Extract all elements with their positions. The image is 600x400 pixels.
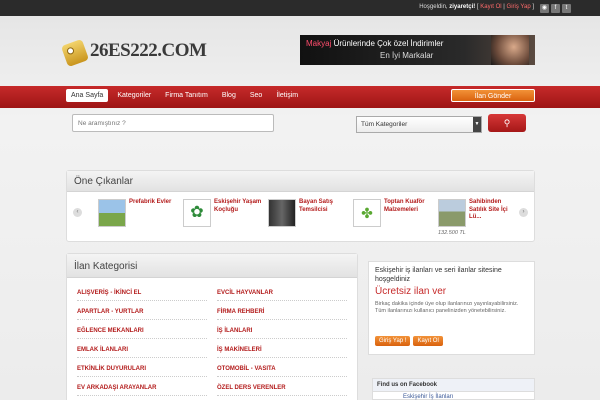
featured-title: Öne Çıkanlar [67, 171, 534, 192]
featured-item[interactable]: Bayan Satış Temsilcisi [268, 199, 346, 239]
leaf-logo-thumbnail: ✤ [353, 199, 381, 227]
free-ad-heading: Ücretsiz ilan ver [375, 286, 447, 297]
search-button[interactable]: ⚲ [488, 114, 526, 132]
nav-home[interactable]: Ana Sayfa [66, 89, 109, 102]
banner-brand: Makyaj [306, 39, 332, 48]
category-link[interactable]: ETKİNLİK DUYURULARI [77, 366, 207, 377]
social-icons: ◉ f t [540, 4, 571, 13]
category-link[interactable]: İŞ İLANLARI [217, 328, 347, 339]
price-tag-icon [60, 38, 90, 68]
category-link[interactable]: ALIŞVERİŞ - İKİNCİ EL [77, 290, 207, 301]
chevron-down-icon: ▼ [473, 117, 481, 132]
post-ad-button[interactable]: İlan Gönder [451, 89, 535, 102]
register-link[interactable]: Kayıt Ol [480, 4, 501, 10]
nav-blog[interactable]: Blog [217, 89, 241, 102]
featured-item-title: Bayan Satış Temsilcisi [299, 199, 334, 213]
featured-item-title: Prefabrik Evler [129, 199, 172, 205]
main-nav: Ana Sayfa Kategoriler Firma Tanıtım Blog… [0, 86, 600, 108]
nav-seo[interactable]: Seo [245, 89, 267, 102]
welcome-heading: Eskişehir iş ilanları ve seri ilanlar si… [375, 267, 502, 283]
site-logo[interactable]: 26ES222.COM [60, 28, 224, 68]
featured-panel: Öne Çıkanlar ‹ › Prefabrik Evler ✿ Eskiş… [66, 170, 535, 242]
clover-thumbnail: ✿ [183, 199, 211, 227]
featured-item-title: Eskişehir Yaşam Koçluğu [214, 199, 262, 213]
banner-line-2: En İyi Markalar [380, 51, 434, 60]
building-thumbnail [438, 199, 466, 227]
login-link[interactable]: Giriş Yap [507, 4, 531, 10]
featured-item[interactable]: Prefabrik Evler [98, 199, 176, 239]
username: ziyaretçi! [449, 4, 476, 10]
category-link[interactable]: APARTLAR - YURTLAR [77, 309, 207, 320]
category-panel: İlan Kategorisi ALIŞVERİŞ - İKİNCİ EL AP… [66, 253, 358, 400]
nav-contact[interactable]: İletişim [271, 89, 303, 102]
category-link[interactable]: OTOMOBİL - VASITA [217, 366, 347, 377]
search-input[interactable] [72, 114, 274, 132]
category-panel-title: İlan Kategorisi [67, 254, 357, 278]
banner-model-image [491, 35, 529, 65]
top-bar: Hoşgeldin, ziyaretçi! [ Kayıt Ol | Giriş… [0, 0, 600, 16]
carousel-next-icon[interactable]: › [519, 208, 528, 217]
welcome-box: Eskişehir iş ilanları ve seri ilanlar si… [368, 261, 535, 355]
category-link[interactable]: EMLAK İLANLARI [77, 347, 207, 358]
featured-item-title: Toptan Kuaför Malzemeleri [384, 199, 425, 213]
login-button[interactable]: Giriş Yap ! [375, 336, 411, 346]
nav-company[interactable]: Firma Tanıtım [160, 89, 213, 102]
register-button[interactable]: Kayıt Ol [413, 336, 443, 346]
featured-item-title: Sahibinden Satılık Site İçi Lü... [469, 199, 508, 220]
people-thumbnail [268, 199, 296, 227]
carousel-prev-icon[interactable]: ‹ [73, 208, 82, 217]
category-link[interactable]: EVCİL HAYVANLAR [217, 290, 347, 301]
nav-categories[interactable]: Kategoriler [112, 89, 156, 102]
category-link[interactable]: FİRMA REHBERİ [217, 309, 347, 320]
welcome-text: Hoşgeldin, [419, 4, 448, 10]
facebook-widget: Find us on Facebook Eskişehir İş İlanlar… [372, 378, 535, 400]
featured-item[interactable]: ✿ Eskişehir Yaşam Koçluğu [183, 199, 261, 239]
ad-banner[interactable]: Makyaj Ürünlerinde Çok özel İndirimler E… [300, 35, 535, 65]
featured-item[interactable]: Sahibinden Satılık Site İçi Lü... 132.50… [438, 199, 516, 239]
facebook-widget-title: Find us on Facebook [373, 379, 534, 392]
facebook-icon[interactable]: f [551, 4, 560, 13]
user-welcome: Hoşgeldin, ziyaretçi! [ Kayıt Ol | Giriş… [419, 4, 534, 10]
featured-item[interactable]: ✤ Toptan Kuaför Malzemeleri [353, 199, 431, 239]
welcome-description: Birkaç dakika içinde üye olup ilanlarını… [375, 301, 519, 314]
twitter-icon[interactable]: t [562, 4, 571, 13]
logo-text: 26ES222.COM [90, 40, 207, 61]
banner-line-1: Makyaj Ürünlerinde Çok özel İndirimler [306, 39, 443, 48]
category-link[interactable]: EV ARKADAŞI ARAYANLAR [77, 385, 207, 396]
rss-icon[interactable]: ◉ [540, 4, 549, 13]
category-link[interactable]: ÖZEL DERS VERENLER [217, 385, 347, 396]
banner-headline: Ürünlerinde Çok özel İndirimler [333, 39, 444, 48]
featured-item-price: 132.500 TL [438, 230, 466, 236]
category-select-value: Tüm Kategoriler [361, 121, 408, 128]
house-thumbnail [98, 199, 126, 227]
category-link[interactable]: EĞLENCE MEKANLARI [77, 328, 207, 339]
category-link[interactable]: İŞ MAKİNELERİ [217, 347, 347, 358]
search-icon: ⚲ [503, 118, 511, 128]
category-select[interactable]: Tüm Kategoriler ▼ [356, 116, 482, 133]
facebook-page-link[interactable]: Eskişehir İş İlanları [373, 392, 534, 400]
